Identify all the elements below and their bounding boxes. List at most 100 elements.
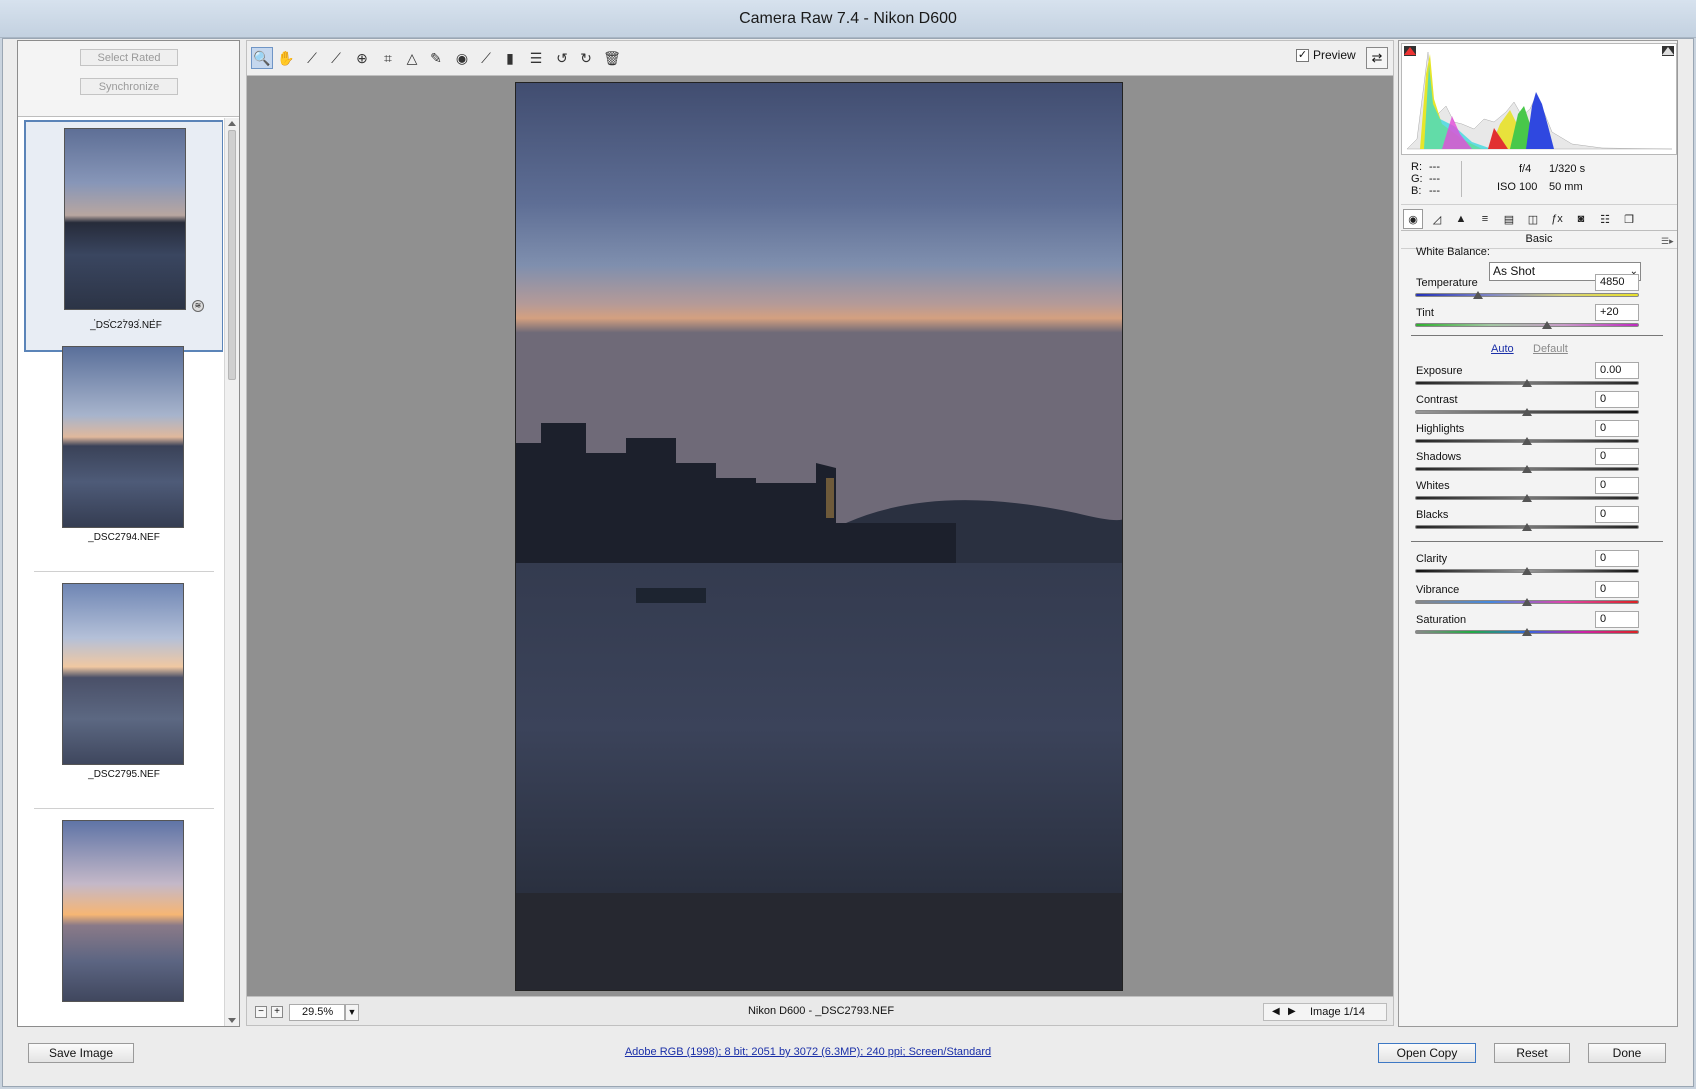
rotate-left-icon[interactable]: ↺ bbox=[551, 47, 573, 69]
shadow-clipping-icon[interactable] bbox=[1404, 46, 1416, 56]
tab-effects-icon[interactable]: ƒx bbox=[1547, 209, 1567, 229]
tint-value-field[interactable]: +20 bbox=[1595, 304, 1639, 321]
vibrance-slider-handle[interactable] bbox=[1522, 598, 1532, 606]
fullscreen-toggle-icon[interactable]: ⇄ bbox=[1366, 47, 1388, 69]
thumbnail-image bbox=[64, 128, 186, 310]
rotate-right-icon[interactable]: ↻ bbox=[575, 47, 597, 69]
filmstrip-scrollbar[interactable] bbox=[224, 118, 239, 1026]
white-balance-label: White Balance: bbox=[1416, 246, 1490, 258]
adjusted-badge-icon: ≋ bbox=[192, 300, 204, 312]
contrast-slider-handle[interactable] bbox=[1522, 408, 1532, 416]
red-readout-value: --- bbox=[1429, 161, 1440, 173]
tab-basic-icon[interactable]: ◉ bbox=[1403, 209, 1423, 229]
straighten-icon[interactable]: △ bbox=[401, 47, 423, 69]
filmstrip-item-dsc2795[interactable]: _DSC2795.NEF bbox=[24, 577, 223, 809]
filmstrip-list: · · · · · ≋ _DSC2793.NEF _DSC2794.NEF _D… bbox=[18, 118, 223, 1026]
saturation-value-field[interactable]: 0 bbox=[1595, 611, 1639, 628]
tab-detail-icon[interactable]: ▲ bbox=[1451, 209, 1471, 229]
tab-snapshots-icon[interactable]: ❐ bbox=[1619, 209, 1639, 229]
synchronize-button[interactable]: Synchronize bbox=[80, 78, 178, 95]
highlight-clipping-icon[interactable] bbox=[1662, 46, 1674, 56]
tab-split-toning-icon[interactable]: ▤ bbox=[1499, 209, 1519, 229]
open-copy-button[interactable]: Open Copy bbox=[1378, 1043, 1476, 1063]
select-rated-button[interactable]: Select Rated bbox=[80, 49, 178, 66]
targeted-adjustment-icon[interactable]: ⊕ bbox=[351, 47, 373, 69]
section-divider bbox=[1411, 335, 1663, 336]
blacks-slider-handle[interactable] bbox=[1522, 523, 1532, 531]
blacks-value-field[interactable]: 0 bbox=[1595, 506, 1639, 523]
zoom-tool-icon[interactable]: 🔍 bbox=[251, 47, 273, 69]
saturation-slider-handle[interactable] bbox=[1522, 628, 1532, 636]
image-navigator: ◀ ▶ Image 1/14 bbox=[1263, 1003, 1387, 1021]
clarity-value-field[interactable]: 0 bbox=[1595, 550, 1639, 567]
thumbnail-filename: _DSC2794.NEF bbox=[88, 532, 160, 543]
iso-value: ISO 100 bbox=[1497, 181, 1538, 193]
blue-readout-value: --- bbox=[1429, 185, 1440, 197]
save-image-button[interactable]: Save Image bbox=[28, 1043, 134, 1063]
default-link[interactable]: Default bbox=[1533, 343, 1568, 355]
tab-lens-corrections-icon[interactable]: ◫ bbox=[1523, 209, 1543, 229]
whites-value-field[interactable]: 0 bbox=[1595, 477, 1639, 494]
crop-tool-icon[interactable]: ⌗ bbox=[377, 47, 399, 69]
preferences-icon[interactable]: ☰ bbox=[525, 47, 547, 69]
photo-image bbox=[516, 83, 1122, 990]
tint-slider-track[interactable] bbox=[1415, 323, 1639, 327]
temperature-value-field[interactable]: 4850 bbox=[1595, 274, 1639, 291]
temperature-slider-handle[interactable] bbox=[1472, 291, 1483, 299]
vibrance-value-field[interactable]: 0 bbox=[1595, 581, 1639, 598]
camera-info: R: --- G: --- B: --- f/4 1/320 s ISO 100… bbox=[1401, 155, 1677, 205]
red-eye-icon[interactable]: ◉ bbox=[451, 47, 473, 69]
photo-preview[interactable] bbox=[515, 82, 1123, 991]
next-image-icon[interactable]: ▶ bbox=[1288, 1006, 1296, 1017]
white-balance-icon[interactable]: ⟋ bbox=[301, 47, 323, 69]
exposure-value-field[interactable]: 0.00 bbox=[1595, 362, 1639, 379]
scroll-up-icon[interactable] bbox=[228, 121, 236, 126]
auto-link[interactable]: Auto bbox=[1491, 343, 1514, 355]
trash-icon[interactable]: 🗑 bbox=[601, 47, 623, 69]
tint-label: Tint bbox=[1416, 307, 1434, 319]
vibrance-label: Vibrance bbox=[1416, 584, 1460, 596]
clarity-label: Clarity bbox=[1416, 553, 1448, 565]
highlights-label: Highlights bbox=[1416, 423, 1465, 435]
reset-button[interactable]: Reset bbox=[1494, 1043, 1570, 1063]
scroll-down-icon[interactable] bbox=[228, 1018, 236, 1023]
filmstrip-item-dsc2796[interactable] bbox=[24, 814, 223, 1026]
tint-slider-handle[interactable] bbox=[1542, 321, 1553, 329]
scrollbar-thumb[interactable] bbox=[228, 130, 236, 380]
tab-hsl-icon[interactable]: ≡ bbox=[1475, 209, 1495, 229]
color-sampler-icon[interactable]: ⟋ bbox=[325, 47, 347, 69]
adjustment-brush-icon[interactable]: ⟋ bbox=[475, 47, 497, 69]
hand-tool-icon[interactable]: ✋ bbox=[275, 47, 297, 69]
shadows-slider-handle[interactable] bbox=[1522, 465, 1532, 473]
tab-camera-calibration-icon[interactable]: ◙ bbox=[1571, 209, 1591, 229]
graduated-filter-icon[interactable]: ▮ bbox=[499, 47, 521, 69]
preview-checkbox[interactable]: ✓ bbox=[1296, 48, 1309, 62]
panel-menu-icon[interactable]: ☰▸ bbox=[1661, 236, 1674, 247]
whites-slider-handle[interactable] bbox=[1522, 494, 1532, 502]
done-button[interactable]: Done bbox=[1588, 1043, 1666, 1063]
info-divider bbox=[1461, 161, 1462, 197]
exposure-slider-handle[interactable] bbox=[1522, 379, 1532, 387]
tab-presets-icon[interactable]: ☷ bbox=[1595, 209, 1615, 229]
contrast-value-field[interactable]: 0 bbox=[1595, 391, 1639, 408]
shadows-value-field[interactable]: 0 bbox=[1595, 448, 1639, 465]
workflow-options-link[interactable]: Adobe RGB (1998); 8 bit; 2051 by 3072 (6… bbox=[240, 1046, 1376, 1058]
histogram bbox=[1401, 43, 1677, 155]
temperature-slider-track[interactable] bbox=[1415, 293, 1639, 297]
whites-label: Whites bbox=[1416, 480, 1450, 492]
focal-length-value: 50 mm bbox=[1549, 181, 1583, 193]
previous-image-icon[interactable]: ◀ bbox=[1272, 1006, 1280, 1017]
highlights-value-field[interactable]: 0 bbox=[1595, 420, 1639, 437]
white-balance-value: As Shot bbox=[1493, 264, 1536, 278]
filmstrip-item-dsc2793[interactable]: · · · · · ≋ _DSC2793.NEF bbox=[24, 120, 223, 352]
saturation-label: Saturation bbox=[1416, 614, 1467, 626]
blue-readout-label: B: bbox=[1411, 185, 1422, 197]
filmstrip-item-dsc2794[interactable]: _DSC2794.NEF bbox=[24, 340, 223, 572]
spot-removal-icon[interactable]: ✎ bbox=[425, 47, 447, 69]
red-readout-label: R: bbox=[1411, 161, 1422, 173]
highlights-slider-handle[interactable] bbox=[1522, 437, 1532, 445]
tab-tone-curve-icon[interactable]: ◿ bbox=[1427, 209, 1447, 229]
preview-toggle[interactable]: ✓ Preview bbox=[1296, 48, 1356, 62]
clarity-slider-handle[interactable] bbox=[1522, 567, 1532, 575]
adjustment-panel: R: --- G: --- B: --- f/4 1/320 s ISO 100… bbox=[1398, 40, 1678, 1027]
